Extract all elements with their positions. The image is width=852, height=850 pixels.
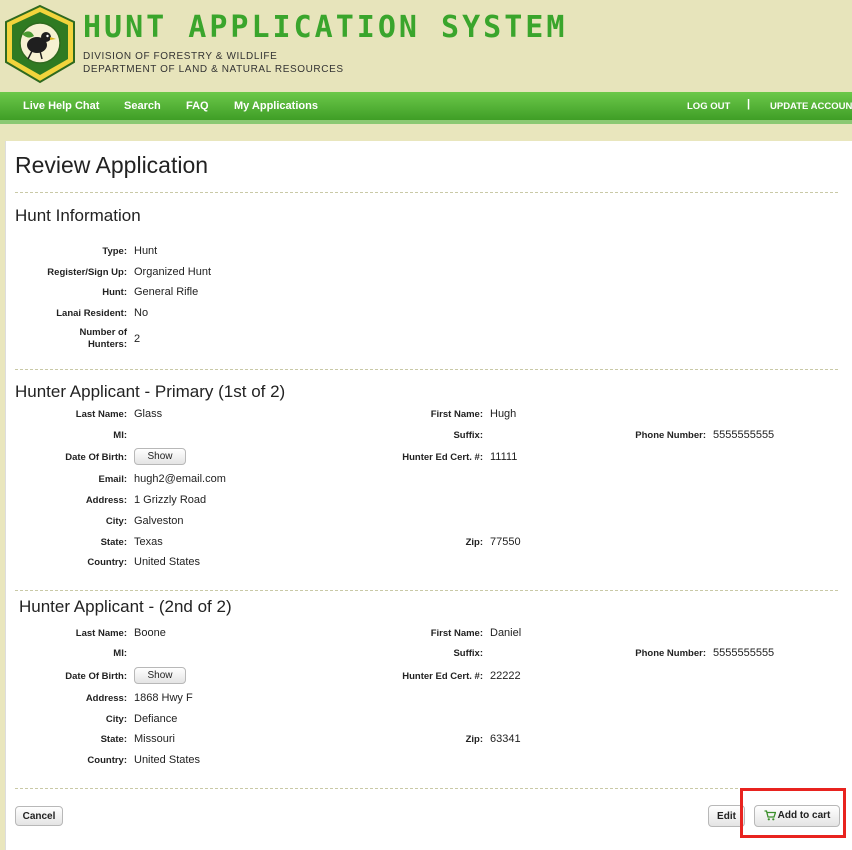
first-name-label: First Name:: [430, 409, 483, 420]
city-value: Galveston: [134, 515, 184, 527]
nav-search[interactable]: Search: [124, 100, 161, 112]
email-label: Email:: [98, 474, 127, 485]
dob-label: Date Of Birth:: [65, 452, 127, 463]
department-subtitle: DEPARTMENT OF LAND & NATURAL RESOURCES: [83, 64, 344, 75]
address-value: 1 Grizzly Road: [134, 494, 207, 506]
site-title: HUNT APPLICATION SYSTEM: [83, 10, 568, 45]
divider: [15, 788, 838, 789]
number-of-hunters-label: Number of Hunters:: [79, 327, 128, 350]
state-value: Texas: [134, 536, 163, 548]
mi-label: MI:: [113, 648, 127, 659]
nav-separator: |: [747, 98, 751, 110]
hawaii-forestry-wildlife-logo[interactable]: [2, 4, 78, 84]
register-label: Register/Sign Up:: [47, 267, 127, 278]
city-value: Defiance: [134, 713, 178, 725]
last-name-value: Glass: [134, 408, 163, 420]
divider: [15, 590, 838, 591]
add-to-cart-highlight: [740, 788, 846, 838]
hunter-primary-title: Hunter Applicant - Primary (1st of 2): [15, 382, 286, 401]
suffix-label: Suffix:: [453, 648, 483, 659]
cancel-button[interactable]: Cancel: [15, 806, 63, 826]
city-label: City:: [105, 516, 127, 527]
type-label: Type:: [102, 246, 127, 257]
hunt-label: Hunt:: [102, 287, 127, 298]
lanai-resident-value: No: [134, 307, 149, 319]
address-label: Address:: [85, 693, 127, 704]
last-name-value: Boone: [134, 627, 166, 639]
hunt-information-title: Hunt Information: [15, 206, 141, 225]
header-stripe: [0, 124, 852, 140]
last-name-label: Last Name:: [75, 409, 127, 420]
first-name-value: Hugh: [490, 408, 517, 420]
country-label: Country:: [87, 755, 127, 766]
phone-label: Phone Number:: [635, 648, 706, 659]
phone-value: 5555555555: [713, 647, 775, 659]
email-value: hugh2@email.com: [134, 473, 226, 485]
divider: [15, 192, 838, 193]
country-label: Country:: [87, 557, 127, 568]
zip-value: 63341: [490, 733, 521, 745]
hunt-value: General Rifle: [134, 286, 199, 298]
address-label: Address:: [85, 495, 127, 506]
review-application-panel: Review Application Hunt Information Type…: [5, 141, 852, 850]
nav-live-help-chat[interactable]: Live Help Chat: [23, 100, 99, 112]
hunter-ed-label: Hunter Ed Cert. #:: [402, 452, 483, 463]
hunter-second-title: Hunter Applicant - (2nd of 2): [19, 597, 232, 616]
nav-log-out[interactable]: LOG OUT: [687, 101, 730, 112]
country-value: United States: [134, 754, 201, 766]
phone-label: Phone Number:: [635, 430, 706, 441]
number-of-hunters-value: 2: [134, 333, 141, 345]
zip-label: Zip:: [465, 537, 483, 548]
show-dob-button[interactable]: Show: [134, 667, 186, 684]
zip-value: 77550: [490, 536, 521, 548]
nav-update-account[interactable]: UPDATE ACCOUNT: [770, 101, 852, 112]
country-value: United States: [134, 556, 201, 568]
divider: [15, 369, 838, 370]
type-value: Hunt: [134, 245, 158, 257]
hunter-ed-label: Hunter Ed Cert. #:: [402, 671, 483, 682]
state-label: State:: [100, 537, 127, 548]
city-label: City:: [105, 714, 127, 725]
nav-faq[interactable]: FAQ: [186, 100, 209, 112]
hunter-ed-value: 22222: [490, 670, 521, 682]
first-name-label: First Name:: [430, 628, 483, 639]
phone-value: 5555555555: [713, 429, 775, 441]
page-title: Review Application: [15, 152, 209, 178]
division-subtitle: DIVISION OF FORESTRY & WILDLIFE: [83, 51, 278, 62]
state-value: Missouri: [134, 733, 175, 745]
hunter-ed-value: 11111: [490, 451, 518, 463]
first-name-value: Daniel: [490, 627, 522, 639]
address-value: 1868 Hwy F: [134, 692, 193, 704]
nav-my-applications[interactable]: My Applications: [234, 100, 318, 112]
mi-label: MI:: [113, 430, 127, 441]
zip-label: Zip:: [465, 734, 483, 745]
last-name-label: Last Name:: [75, 628, 127, 639]
lanai-resident-label: Lanai Resident:: [56, 308, 127, 319]
dob-label: Date Of Birth:: [65, 671, 127, 682]
suffix-label: Suffix:: [453, 430, 483, 441]
register-value: Organized Hunt: [134, 266, 212, 278]
show-dob-button[interactable]: Show: [134, 448, 186, 465]
state-label: State:: [100, 734, 127, 745]
main-nav: Live Help Chat Search FAQ My Application…: [0, 92, 852, 124]
site-header: HUNT APPLICATION SYSTEM DIVISION OF FORE…: [0, 0, 852, 92]
